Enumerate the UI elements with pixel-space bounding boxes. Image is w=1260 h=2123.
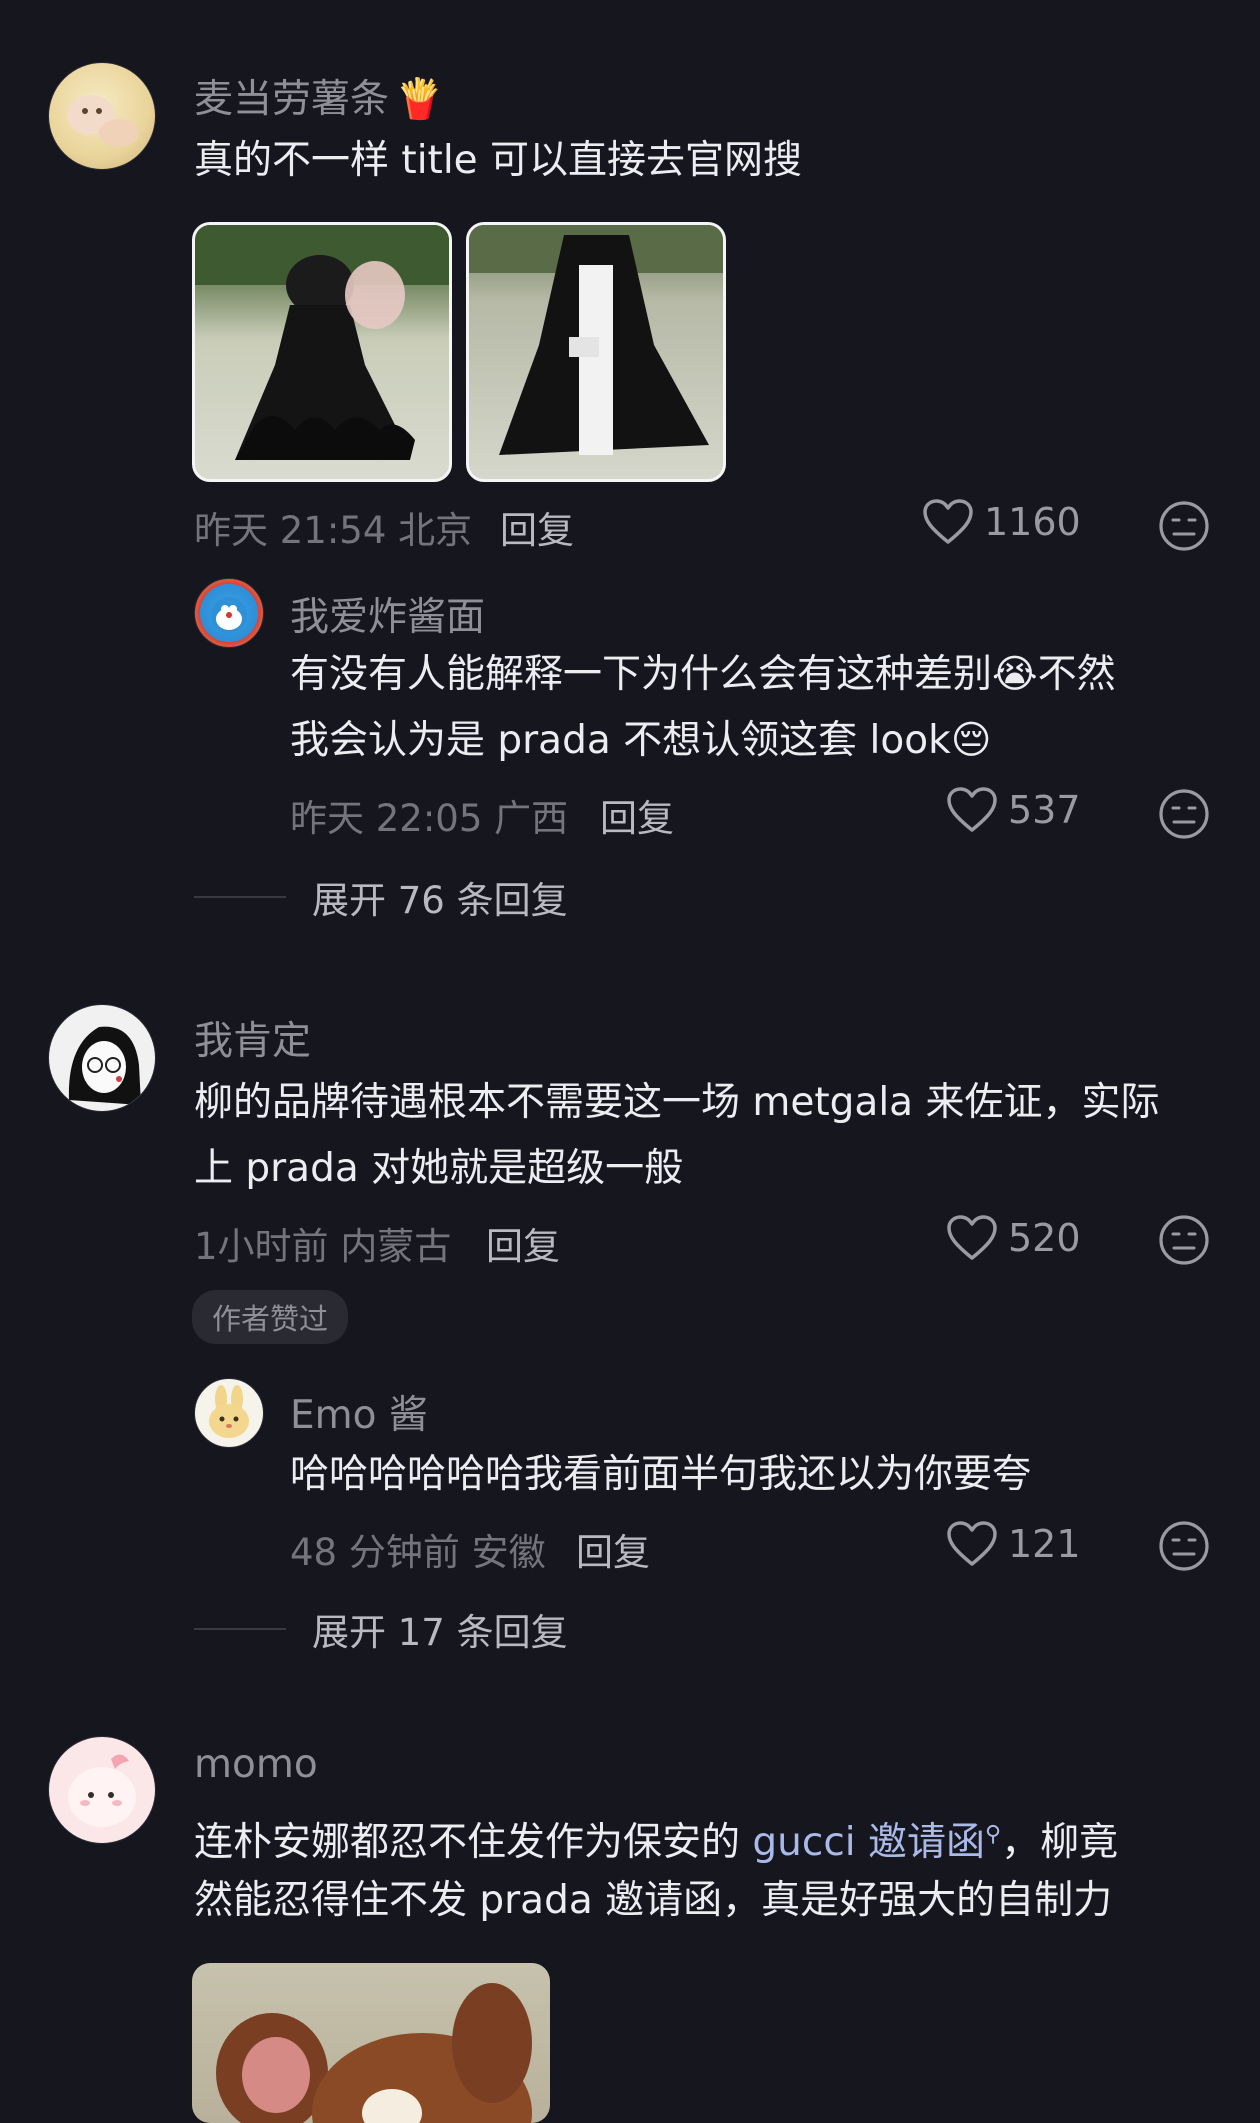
search-link[interactable]: gucci 邀请函: [752, 1820, 985, 1865]
like-count: 121: [1008, 1522, 1081, 1566]
comment-username[interactable]: 我肯定: [194, 1010, 311, 1066]
avatar-illustration: [68, 1754, 136, 1827]
reply-meta: 48 分钟前 安徽: [290, 1531, 546, 1574]
comment-username[interactable]: 麦当劳薯条 🍟: [194, 68, 444, 124]
reply-username[interactable]: 我爱炸酱面: [290, 586, 485, 642]
expand-replies-button[interactable]: 展开 17 条回复: [194, 1602, 568, 1656]
avatar[interactable]: [48, 62, 156, 170]
reply-button[interactable]: 回复: [600, 788, 674, 842]
meh-face-icon[interactable]: [1158, 788, 1210, 840]
avatar[interactable]: [48, 1736, 156, 1844]
avatar-illustration: [68, 1026, 141, 1105]
fries-emoji: 🍟: [395, 77, 444, 122]
divider: [194, 896, 286, 898]
search-icon[interactable]: ⚲: [985, 1822, 1001, 1847]
comment-text-line-2: 上 prada 对她就是超级一般: [194, 1146, 684, 1191]
like-count: 1160: [984, 500, 1081, 544]
reply-meta: 昨天 22:05 广西: [290, 797, 569, 840]
reply-button[interactable]: 回复: [486, 1216, 560, 1270]
heart-outline-icon: [947, 1215, 997, 1260]
author-liked-badge: 作者赞过: [192, 1290, 349, 1344]
reply-text-line-1: 有没有人能解释一下为什么会有这种差别😭不然: [290, 652, 1116, 697]
divider: [194, 1628, 286, 1630]
reply-button[interactable]: 回复: [576, 1522, 650, 1576]
sad-emoji: 😔: [950, 718, 992, 763]
like-button[interactable]: 520: [946, 1214, 1081, 1262]
doraemon-avatar-illustration: [211, 597, 247, 633]
comment-image-1[interactable]: [192, 222, 452, 482]
comment-text-line-2: 然能忍得住不发 prada 邀请函，真是好强大的自制力: [194, 1878, 1113, 1923]
bunny-avatar-illustration: [209, 1385, 249, 1438]
avatar-illustration: [67, 95, 139, 147]
comment-meta: 1小时前 内蒙古: [194, 1225, 452, 1268]
like-count: 537: [1008, 788, 1081, 832]
comment-text-line-1: 柳的品牌待遇根本不需要这一场 metgala 来佐证，实际: [194, 1080, 1160, 1125]
meh-face-icon[interactable]: [1158, 1214, 1210, 1266]
like-count: 520: [1008, 1216, 1081, 1260]
reply-text: 哈哈哈哈哈哈我看前面半句我还以为你要夸: [290, 1452, 1032, 1497]
avatar[interactable]: [194, 1378, 264, 1448]
crying-emoji: 😭: [992, 652, 1038, 697]
like-button[interactable]: 121: [946, 1520, 1081, 1568]
expand-replies-button[interactable]: 展开 76 条回复: [194, 870, 568, 924]
comment-text-line-1: 连朴安娜都忍不住发作为保安的 gucci 邀请函⚲，柳竟: [194, 1820, 1119, 1865]
comment-username[interactable]: momo: [194, 1742, 318, 1787]
black-white-gown-photo: [469, 225, 723, 455]
black-ruffle-gown-photo: [195, 225, 449, 460]
reply-text-line-2: 我会认为是 prada 不想认领这套 look😔: [290, 718, 992, 763]
avatar[interactable]: [194, 578, 264, 648]
meh-face-icon[interactable]: [1158, 500, 1210, 552]
reply-button[interactable]: 回复: [500, 500, 574, 554]
meh-face-icon[interactable]: [1158, 1520, 1210, 1572]
heart-outline-icon: [947, 1521, 997, 1566]
jerry-mouse-meme: [216, 1983, 532, 2123]
comment-text: 真的不一样 title 可以直接去官网搜: [194, 138, 803, 183]
like-button[interactable]: 1160: [922, 498, 1081, 546]
like-button[interactable]: 537: [946, 786, 1081, 834]
comment-meta: 昨天 21:54 北京: [194, 509, 473, 552]
heart-outline-icon: [947, 787, 997, 832]
comment-image[interactable]: [192, 1963, 550, 2123]
comment-image-2[interactable]: [466, 222, 726, 482]
heart-outline-icon: [923, 499, 973, 544]
avatar[interactable]: [48, 1004, 156, 1112]
reply-username[interactable]: Emo 酱: [290, 1384, 428, 1440]
